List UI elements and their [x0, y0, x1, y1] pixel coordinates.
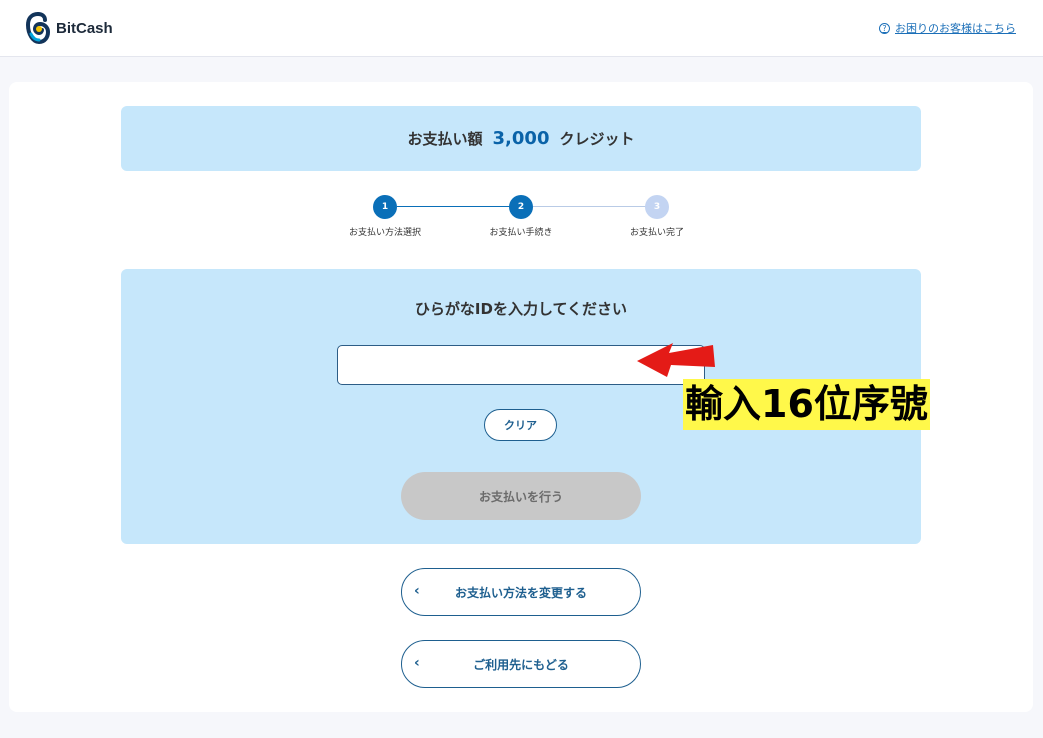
step-3-circle: 3: [645, 195, 669, 219]
bitcash-logo-icon: [26, 12, 50, 44]
change-payment-method-label: お支払い方法を変更する: [454, 585, 587, 600]
chevron-left-icon: ‹: [414, 655, 420, 671]
submit-payment-button[interactable]: お支払いを行う: [401, 472, 641, 520]
payment-amount-box: お支払い額 3,000 クレジット: [121, 106, 921, 171]
help-icon: ?: [879, 22, 890, 34]
header: BitCash ? お困りのお客様はこちら: [0, 0, 1043, 57]
input-panel-title: ひらがなIDを入力してください: [414, 300, 628, 318]
brand-name: BitCash: [56, 19, 113, 37]
payment-amount-label: お支払い額: [407, 130, 483, 148]
step-connector-1: [397, 206, 521, 207]
step-2-label: お支払い手続き: [489, 228, 553, 238]
annotation-label: 輸入16位序號: [683, 379, 930, 430]
clear-button[interactable]: クリア: [484, 409, 557, 441]
step-connector-2: [533, 206, 657, 207]
back-to-merchant-button[interactable]: ‹ ご利用先にもどる: [401, 640, 641, 688]
change-payment-method-button[interactable]: ‹ お支払い方法を変更する: [401, 568, 641, 616]
step-2-circle: 2: [509, 195, 533, 219]
step-1-label: お支払い方法選択: [348, 228, 421, 238]
step-3-label: お支払い完了: [629, 228, 684, 238]
chevron-left-icon: ‹: [414, 583, 420, 599]
step-1-circle: 1: [373, 195, 397, 219]
payment-amount-value: 3,000: [492, 128, 550, 149]
help-link[interactable]: ? お困りのお客様はこちら: [879, 20, 1016, 36]
payment-amount-unit: クレジット: [559, 130, 635, 148]
bitcash-logo[interactable]: BitCash: [26, 12, 113, 44]
back-to-merchant-label: ご利用先にもどる: [473, 657, 569, 672]
red-arrow-annotation-icon: [637, 343, 715, 377]
help-link-label[interactable]: お困りのお客様はこちら: [895, 20, 1016, 36]
